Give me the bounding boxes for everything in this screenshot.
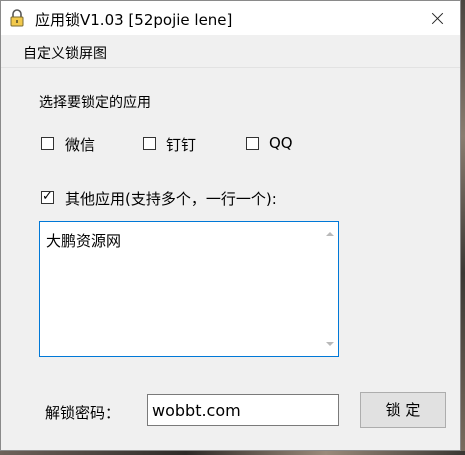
title-bar[interactable]: 应用锁V1.03 [52pojie lene] bbox=[1, 1, 460, 35]
dingtalk-checkbox[interactable] bbox=[143, 137, 156, 150]
unlock-password-value: wobbt.com bbox=[152, 401, 241, 420]
desktop-background-bottom bbox=[0, 451, 465, 455]
menu-bar: 自定义锁屏图 bbox=[1, 35, 460, 68]
chevron-down-icon[interactable] bbox=[326, 342, 334, 346]
wechat-checkbox[interactable] bbox=[41, 137, 54, 150]
wechat-label: 微信 bbox=[65, 136, 96, 154]
qq-checkbox[interactable] bbox=[246, 137, 259, 150]
qq-label: QQ bbox=[269, 134, 293, 152]
lock-icon bbox=[10, 9, 24, 27]
select-apps-label: 选择要锁定的应用 bbox=[39, 95, 151, 111]
close-icon[interactable] bbox=[415, 1, 460, 35]
other-apps-checkbox[interactable]: ✓ bbox=[41, 189, 54, 204]
unlock-password-input[interactable]: wobbt.com bbox=[147, 394, 339, 426]
other-apps-label: 其他应用(支持多个，一行一个): bbox=[65, 190, 277, 208]
menu-item-custom-lock-screen[interactable]: 自定义锁屏图 bbox=[23, 43, 107, 63]
vertical-scrollbar[interactable] bbox=[321, 222, 338, 356]
other-apps-text: 大鹏资源网 bbox=[46, 232, 122, 250]
app-lock-window: 应用锁V1.03 [52pojie lene] 自定义锁屏图 选择要锁定的应用 … bbox=[0, 0, 461, 451]
other-apps-textarea[interactable]: 大鹏资源网 bbox=[39, 221, 339, 357]
desktop-background-right bbox=[461, 0, 465, 455]
dingtalk-label: 钉钉 bbox=[166, 136, 197, 154]
window-title: 应用锁V1.03 [52pojie lene] bbox=[35, 11, 233, 29]
unlock-password-label: 解锁密码： bbox=[45, 404, 121, 422]
checkmark-icon: ✓ bbox=[42, 189, 53, 204]
lock-button[interactable]: 锁 定 bbox=[360, 392, 446, 428]
chevron-up-icon[interactable] bbox=[326, 232, 334, 236]
